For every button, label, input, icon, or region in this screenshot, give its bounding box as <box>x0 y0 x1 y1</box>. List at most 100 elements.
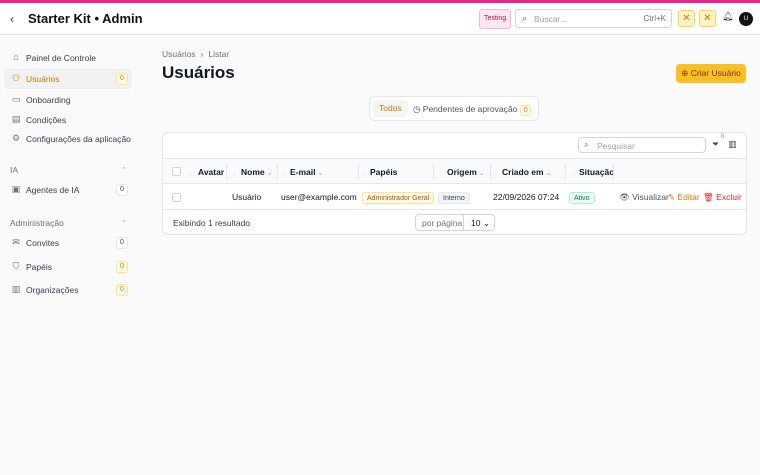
tool-y-button[interactable]: ✕ <box>699 10 716 27</box>
column-divider <box>226 164 227 179</box>
delete-button[interactable]: 🗑︎ Excluir <box>703 192 742 203</box>
app-title: Starter Kit • Admin <box>28 11 143 26</box>
users-icon: ⚇ <box>11 73 21 83</box>
sidebar-item-invites[interactable]: ✉ Convites 0 <box>4 233 132 253</box>
column-roles[interactable]: ⋮ Papéis <box>361 167 397 177</box>
group-label-administration: Administração <box>10 218 64 228</box>
drag-handle-icon: ⋮ <box>438 171 444 177</box>
table-search-placeholder: Pesquisar <box>597 141 635 151</box>
sidebar-item-dashboard[interactable]: ⌂ Painel de Controle <box>4 48 132 68</box>
sidebar-item-label: Convites <box>26 238 60 248</box>
shield-icon: ⛉ <box>12 261 20 271</box>
sidebar-item-count: 0 <box>116 73 128 85</box>
column-divider <box>358 164 359 179</box>
edit-label: Editar <box>677 192 700 202</box>
select-all-checkbox[interactable] <box>172 167 181 176</box>
role-badge: Administrador Geral <box>362 192 435 204</box>
back-arrow-icon[interactable]: ‹ <box>10 12 14 26</box>
sort-chevron-icon: ⌄ <box>317 170 324 177</box>
edit-button[interactable]: ✎ Editar <box>668 192 700 203</box>
sidebar-item-ai-agents[interactable]: ▣ Agentes de IA 0 <box>4 180 132 200</box>
column-label: Situação <box>579 167 615 177</box>
status-tabs: Todos ◷ Pendentes de aprovação 0 <box>369 96 539 121</box>
column-label: Avatar <box>198 167 225 177</box>
users-table: ⌕ Pesquisar ⏷ 0 ▥ ⋮ Avatar ⋮ Nome ⌄ ⋮ E-mail… <box>162 132 747 235</box>
sidebar-item-label: Agentes de IA <box>26 185 80 195</box>
per-page-select[interactable]: por página 10 ⌄ <box>415 214 495 231</box>
tool-x-button[interactable]: ✕ <box>678 10 695 27</box>
sidebar-item-label: Organizações <box>26 285 79 295</box>
sidebar-item-count: 0 <box>116 184 128 196</box>
chevron-up-icon[interactable]: ⌃ <box>121 166 127 174</box>
table-header-row: ⋮ Avatar ⋮ Nome ⌄ ⋮ E-mail ⌄ ⋮ Papéis ⋮ Origem ⌄… <box>163 158 746 184</box>
breadcrumb-users-link[interactable]: Usuários <box>162 49 196 59</box>
sidebar-item-count: 0 <box>116 284 128 296</box>
column-status[interactable]: ⋮ Situação <box>570 167 614 177</box>
sort-chevron-icon: ⌄ <box>478 170 485 177</box>
pending-count-badge: 0 <box>520 105 532 116</box>
sidebar-item-count: 0 <box>116 237 128 249</box>
cross-tool-icon: ✕ <box>703 13 712 24</box>
per-page-value: 10 ⌄ <box>471 218 490 229</box>
top-bar: ‹ Starter Kit • Admin Testing ⌕ Buscar..… <box>0 3 760 35</box>
bell-icon[interactable]: 🔔︎ <box>722 11 733 22</box>
drag-handle-icon: ⋮ <box>570 171 576 177</box>
clock-icon: ◷ <box>413 104 423 114</box>
chevron-down-icon: ⌄ <box>482 218 490 228</box>
gear-icon: ⚙ <box>11 133 21 143</box>
search-shortcut: Ctrl+K <box>643 14 666 23</box>
origin-badge: Interno <box>438 192 470 204</box>
column-divider <box>565 164 566 179</box>
trash-icon: 🗑︎ <box>703 192 717 202</box>
column-email[interactable]: ⋮ E-mail ⌄ <box>281 167 323 177</box>
create-user-button[interactable]: ⊕ Criar Usuário <box>676 64 746 83</box>
view-button[interactable]: 👁︎ Visualizar <box>619 192 669 203</box>
drag-handle-icon: ⋮ <box>232 171 238 177</box>
building-icon: ▥ <box>11 284 21 294</box>
filter-count-badge: 0 <box>721 134 725 140</box>
user-avatar[interactable]: U <box>739 12 753 26</box>
create-user-label: Criar Usuário <box>690 68 741 78</box>
column-avatar[interactable]: ⋮ Avatar <box>189 167 224 177</box>
column-label: Criado em <box>502 167 544 177</box>
tab-pending-label: Pendentes de aprovação <box>422 104 518 114</box>
per-page-number: 10 <box>471 218 481 228</box>
sidebar-item-label: Painel de Controle <box>26 53 96 63</box>
breadcrumb-current: Listar <box>208 49 230 59</box>
tab-pending-approval[interactable]: ◷ Pendentes de aprovação 0 <box>413 104 532 116</box>
cell-email: user@example.com <box>281 192 357 202</box>
cell-name: Usuário <box>232 192 262 202</box>
global-search-input[interactable]: ⌕ Buscar... Ctrl+K <box>515 9 672 28</box>
per-page-label: por página <box>422 218 463 228</box>
filter-icon[interactable]: ⏷ <box>712 139 719 150</box>
column-divider <box>277 164 278 179</box>
search-icon: ⌕ <box>522 13 528 23</box>
columns-icon[interactable]: ▥ <box>728 139 737 150</box>
sidebar-item-app-settings[interactable]: ⚙ Configurações da aplicação <box>4 129 132 149</box>
column-label: E-mail <box>290 167 316 177</box>
sidebar-item-label: Configurações da aplicação <box>26 134 131 144</box>
table-row[interactable]: Usuário user@example.com Administrador G… <box>163 185 746 209</box>
view-label: Visualizar <box>632 192 669 202</box>
tab-all[interactable]: Todos <box>373 100 408 117</box>
column-name[interactable]: ⋮ Nome ⌄ <box>232 167 273 177</box>
table-search-input[interactable]: ⌕ Pesquisar <box>578 137 706 153</box>
bot-icon: ▣ <box>11 184 21 194</box>
column-created-at[interactable]: ⋮ Criado em ⌄ <box>493 167 551 177</box>
sidebar-item-conditions[interactable]: ▤ Condições <box>4 110 132 130</box>
eye-icon: 👁︎ <box>619 192 633 202</box>
delete-label: Excluir <box>716 192 742 202</box>
status-badge: Ativo <box>569 192 595 204</box>
sort-chevron-icon: ⌄ <box>266 170 273 177</box>
sidebar-item-label: Papéis <box>26 262 52 272</box>
sidebar-item-users[interactable]: ⚇ Usuários 0 <box>4 69 132 89</box>
sidebar-item-roles[interactable]: ⛉ Papéis 0 <box>4 257 132 277</box>
sidebar-item-organizations[interactable]: ▥ Organizações 0 <box>4 280 132 300</box>
group-label-ia: IA <box>10 165 19 175</box>
row-checkbox[interactable] <box>172 193 181 202</box>
chevron-up-icon[interactable]: ⌃ <box>121 219 127 227</box>
cell-created-at: 22/09/2026 07:24 <box>493 192 560 202</box>
sidebar-item-onboarding[interactable]: ▭ Onboarding <box>4 90 132 110</box>
column-origin[interactable]: ⋮ Origem ⌄ <box>438 167 485 177</box>
sidebar-item-label: Onboarding <box>26 95 71 105</box>
